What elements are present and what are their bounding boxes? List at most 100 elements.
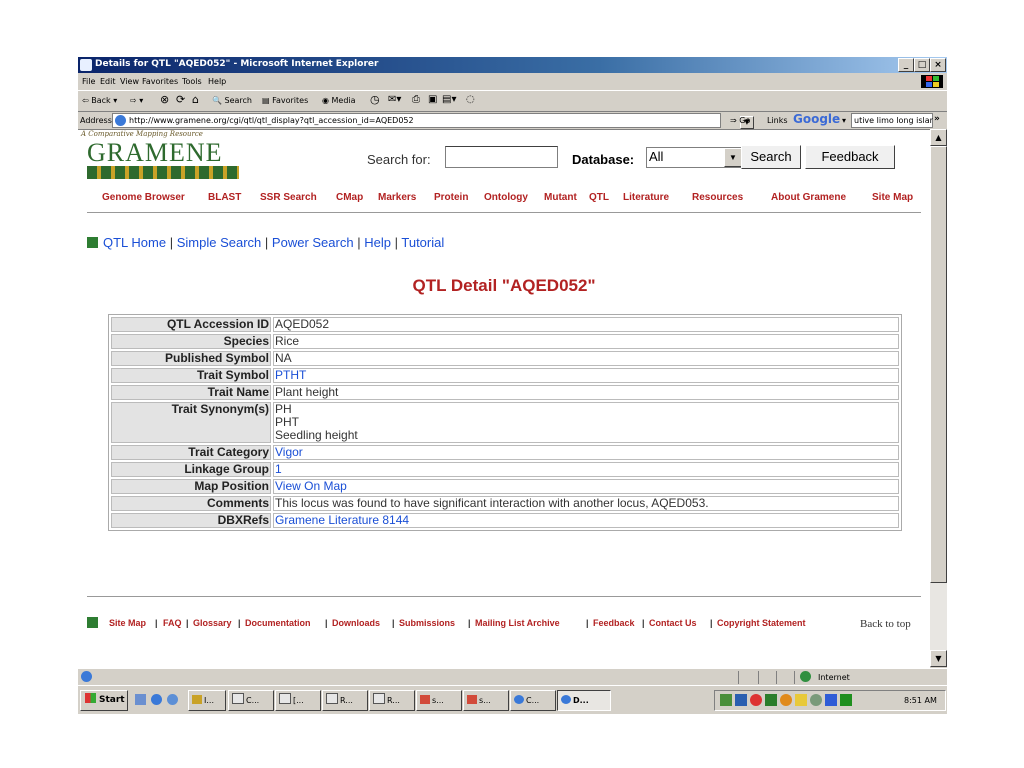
tray-icon[interactable] xyxy=(720,694,732,706)
footer-site-map[interactable]: Site Map xyxy=(109,618,146,628)
menu-file[interactable]: File xyxy=(82,77,95,86)
home-icon[interactable]: ⌂ xyxy=(192,93,199,106)
dbxref-link[interactable]: Gramene Literature 8144 xyxy=(275,513,409,527)
footer-copyright-statement[interactable]: Copyright Statement xyxy=(717,618,806,628)
google-toolbar-logo[interactable]: Google xyxy=(793,112,840,126)
taskbar-button[interactable]: s... xyxy=(463,690,509,711)
nav-blast[interactable]: BLAST xyxy=(208,192,241,203)
nav-resources[interactable]: Resources xyxy=(692,192,743,203)
favorites-toolbar-button[interactable]: ▤ Favorites xyxy=(262,96,308,105)
nav-mutant[interactable]: Mutant xyxy=(544,192,577,203)
scrollbar-thumb[interactable] xyxy=(930,146,947,583)
back-to-top-link[interactable]: Back to top xyxy=(860,618,911,630)
nav-site-map[interactable]: Site Map xyxy=(872,192,913,203)
taskbar-button[interactable]: R... xyxy=(322,690,368,711)
footer-submissions[interactable]: Submissions xyxy=(399,618,455,628)
ie-quicklaunch-icon[interactable] xyxy=(151,694,162,705)
tray-icon[interactable] xyxy=(780,694,792,706)
nav-ssr-search[interactable]: SSR Search xyxy=(260,192,317,203)
footer-faq[interactable]: FAQ xyxy=(163,618,182,628)
gramene-logo[interactable]: GRAMENE xyxy=(87,138,223,168)
taskbar-button[interactable]: I... xyxy=(188,690,226,711)
link-power-search[interactable]: Power Search xyxy=(272,235,354,250)
link-help[interactable]: Help xyxy=(364,235,391,250)
scroll-down-icon[interactable]: ▼ xyxy=(930,650,947,667)
nav-markers[interactable]: Markers xyxy=(378,192,416,203)
footer-glossary[interactable]: Glossary xyxy=(193,618,232,628)
print-icon[interactable]: ⎙ xyxy=(412,94,420,105)
nav-cmap[interactable]: CMap xyxy=(336,192,363,203)
stop-icon[interactable]: ⊗ xyxy=(160,93,169,106)
mail-icon[interactable]: ✉▾ xyxy=(388,94,401,105)
taskbar-button[interactable]: [... xyxy=(275,690,321,711)
maximize-button[interactable]: □ xyxy=(914,58,930,72)
minimize-button[interactable]: _ xyxy=(898,58,914,72)
taskbar-button[interactable]: C... xyxy=(228,690,274,711)
menu-help[interactable]: Help xyxy=(208,77,226,86)
nav-literature[interactable]: Literature xyxy=(623,192,669,203)
link-qtl-home[interactable]: QTL Home xyxy=(103,235,166,250)
nav-protein[interactable]: Protein xyxy=(434,192,468,203)
menu-favorites[interactable]: Favorites xyxy=(142,77,178,86)
footer-contact-us[interactable]: Contact Us xyxy=(649,618,697,628)
close-button[interactable]: × xyxy=(930,58,946,72)
toolbar-overflow-icon[interactable]: » xyxy=(934,114,940,124)
go-button[interactable]: ⇒ Go xyxy=(730,116,750,125)
site-search-input[interactable] xyxy=(445,146,558,168)
taskbar-button[interactable]: s... xyxy=(416,690,462,711)
tray-icon[interactable] xyxy=(795,694,807,706)
footer-feedback[interactable]: Feedback xyxy=(593,618,635,628)
back-button[interactable]: ⇦ Back ▾ xyxy=(82,96,117,105)
scroll-up-icon[interactable]: ▲ xyxy=(930,129,947,146)
antivirus-icon[interactable] xyxy=(825,694,837,706)
history-icon[interactable]: ◷ xyxy=(370,93,380,106)
database-select[interactable]: All ▼ xyxy=(646,147,743,168)
nav-about-gramene[interactable]: About Gramene xyxy=(771,192,846,203)
trait-category-link[interactable]: Vigor xyxy=(275,445,303,459)
links-button[interactable]: Links xyxy=(767,116,788,125)
footer-documentation[interactable]: Documentation xyxy=(245,618,311,628)
nav-qtl[interactable]: QTL xyxy=(589,192,609,203)
taskbar-button[interactable]: R... xyxy=(369,690,415,711)
google-search-input[interactable]: utive limo long islar xyxy=(851,113,933,128)
tray-icon[interactable] xyxy=(810,694,822,706)
vertical-scrollbar[interactable]: ▲ ▼ xyxy=(930,129,947,667)
address-input[interactable]: http://www.gramene.org/cgi/qtl/qtl_displ… xyxy=(112,113,754,129)
signal-icon[interactable] xyxy=(840,694,852,706)
link-simple-search[interactable]: Simple Search xyxy=(177,235,262,250)
edit-icon[interactable]: ▣ xyxy=(428,94,437,105)
messenger-icon[interactable]: ◌ xyxy=(466,94,475,105)
refresh-icon[interactable]: ⟳ xyxy=(176,93,185,106)
footer-mailing-list-archive[interactable]: Mailing List Archive xyxy=(475,618,560,628)
search-button[interactable]: Search xyxy=(741,145,801,169)
view-on-map-link[interactable]: View On Map xyxy=(275,479,347,493)
tray-icon[interactable] xyxy=(765,694,777,706)
nav-ontology[interactable]: Ontology xyxy=(484,192,528,203)
google-dropdown-icon[interactable]: ▾ xyxy=(842,116,846,125)
table-row: Linkage Group 1 xyxy=(111,462,899,477)
show-desktop-icon[interactable] xyxy=(135,694,146,705)
link-tutorial[interactable]: Tutorial xyxy=(401,235,444,250)
taskbar-button-label: R... xyxy=(340,696,353,705)
menu-view[interactable]: View xyxy=(120,77,139,86)
chevron-down-icon[interactable]: ▼ xyxy=(724,148,742,167)
tray-icon[interactable] xyxy=(750,694,762,706)
go-arrow-icon: ⇒ xyxy=(730,116,737,125)
footer-downloads[interactable]: Downloads xyxy=(332,618,380,628)
taskbar-button[interactable]: C... xyxy=(510,690,556,711)
separator: | xyxy=(238,618,241,628)
trait-symbol-link[interactable]: PTHT xyxy=(275,368,306,382)
network-icon[interactable] xyxy=(735,694,747,706)
taskbar-button-active[interactable]: D... xyxy=(557,690,611,711)
forward-button[interactable]: ⇨ ▾ xyxy=(130,96,143,105)
menu-tools[interactable]: Tools xyxy=(182,77,202,86)
feedback-button[interactable]: Feedback xyxy=(805,145,895,169)
search-toolbar-button[interactable]: 🔍 Search xyxy=(212,96,252,105)
messenger-quicklaunch-icon[interactable] xyxy=(167,694,178,705)
linkage-group-link[interactable]: 1 xyxy=(275,462,282,476)
nav-genome-browser[interactable]: Genome Browser xyxy=(102,192,185,203)
menu-edit[interactable]: Edit xyxy=(100,77,116,86)
discuss-icon[interactable]: ▤▾ xyxy=(442,94,456,105)
start-button[interactable]: Start xyxy=(80,690,128,711)
media-toolbar-button[interactable]: ◉ Media xyxy=(322,96,356,105)
